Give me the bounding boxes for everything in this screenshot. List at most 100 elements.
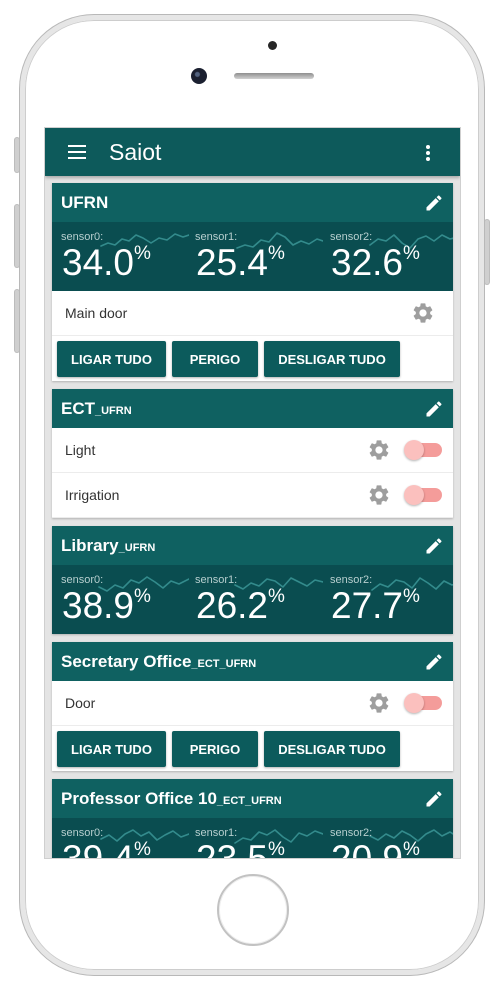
- gear-icon: [413, 303, 433, 323]
- card-header: UFRN: [52, 183, 453, 222]
- sensor-reading: sensor1: 25.4%: [195, 222, 323, 291]
- sensor-unit: %: [403, 839, 420, 858]
- card-heading: Library_UFRN: [61, 536, 155, 556]
- danger-button[interactable]: PERIGO: [172, 731, 258, 767]
- app-screen: Saiot UFRN sensor0: 34.0% sensor1: 25.4%…: [45, 128, 460, 858]
- card-title: Library: [61, 535, 119, 555]
- edit-card-button[interactable]: [424, 789, 444, 809]
- app-title: Saiot: [109, 139, 162, 165]
- sensor-number: 34.0: [62, 242, 135, 283]
- sensor-unit: %: [403, 586, 420, 607]
- sensor-reading: sensor0: 38.9%: [61, 565, 189, 634]
- sensor-number: 39.4: [62, 838, 134, 858]
- pencil-icon: [426, 791, 442, 807]
- more-vert-icon: [426, 145, 430, 161]
- edit-card-button[interactable]: [424, 652, 444, 672]
- turn-all-on-button[interactable]: LIGAR TUDO: [57, 731, 166, 767]
- sensor-value: 38.9%: [62, 587, 151, 624]
- menu-icon: [68, 145, 86, 159]
- device-switch[interactable]: [404, 440, 444, 460]
- card-subtitle: _ECT_UFRN: [216, 794, 282, 807]
- menu-button[interactable]: [64, 140, 90, 164]
- pencil-icon: [426, 401, 442, 417]
- card-title: UFRN: [61, 192, 109, 212]
- sensor-unit: %: [268, 839, 285, 858]
- sensor-value: 39.4%: [62, 840, 151, 858]
- pencil-icon: [426, 654, 442, 670]
- device-name: Irrigation: [65, 487, 120, 503]
- card-secretary-office: Secretary Office_ECT_UFRN Door LIGAR TUD…: [52, 642, 453, 771]
- card-list: UFRN sensor0: 34.0% sensor1: 25.4% senso…: [45, 176, 460, 858]
- card-title: Professor Office 10: [61, 788, 217, 808]
- sensor-value: 32.6%: [331, 244, 420, 281]
- device-switch[interactable]: [404, 693, 444, 713]
- device-settings-button[interactable]: [411, 301, 435, 325]
- device-row-door: Door: [52, 681, 453, 726]
- sensor-unit: %: [134, 243, 151, 264]
- card-professor-office-10: Professor Office 10_ECT_UFRN sensor0: 39…: [52, 779, 453, 858]
- phone-volume-up-button: [15, 205, 19, 267]
- switch-thumb: [404, 485, 424, 505]
- phone-power-button: [485, 220, 489, 284]
- sensor-unit: %: [403, 243, 420, 264]
- card-title: Secretary Office: [61, 651, 192, 671]
- phone-front-camera: [191, 68, 207, 84]
- card-header: Library_UFRN: [52, 526, 453, 565]
- gear-icon: [369, 440, 389, 460]
- sensor-value: 25.4%: [196, 244, 285, 281]
- sensor-number: 32.6: [331, 242, 404, 283]
- phone-sensor-dot: [268, 41, 277, 50]
- sensor-unit: %: [268, 243, 285, 264]
- switch-thumb: [404, 440, 424, 460]
- more-options-button[interactable]: [418, 140, 438, 164]
- device-settings-button[interactable]: [367, 691, 391, 715]
- gear-icon: [369, 485, 389, 505]
- device-settings-button[interactable]: [367, 438, 391, 462]
- card-header: Professor Office 10_ECT_UFRN: [52, 779, 453, 818]
- card-header: ECT_UFRN: [52, 389, 453, 428]
- device-switch[interactable]: [404, 485, 444, 505]
- sensor-reading: sensor2: 27.7%: [330, 565, 453, 634]
- device-row-main-door: Main door: [52, 291, 453, 336]
- turn-all-off-button[interactable]: DESLIGAR TUDO: [264, 341, 400, 377]
- sensor-reading: sensor0: 39.4%: [61, 818, 189, 858]
- sensor-number: 27.7: [331, 585, 404, 626]
- sensor-reading: sensor2: 32.6%: [330, 222, 453, 291]
- sensor-unit: %: [134, 586, 151, 607]
- app-bar: Saiot: [45, 128, 460, 176]
- device-name: Main door: [65, 305, 128, 321]
- turn-all-off-button[interactable]: DESLIGAR TUDO: [264, 731, 400, 767]
- phone-volume-down-button: [15, 290, 19, 352]
- device-name: Door: [65, 695, 96, 711]
- card-subtitle: _UFRN: [118, 541, 156, 554]
- gear-icon: [369, 693, 389, 713]
- sensor-number: 20.9: [331, 838, 403, 858]
- sensor-number: 23.5: [196, 838, 268, 858]
- switch-thumb: [404, 693, 424, 713]
- pencil-icon: [426, 195, 442, 211]
- card-ect-ufrn: ECT_UFRN Light Irrigation: [52, 389, 453, 518]
- card-heading: UFRN: [61, 193, 108, 213]
- edit-card-button[interactable]: [424, 193, 444, 213]
- card-ufrn: UFRN sensor0: 34.0% sensor1: 25.4% senso…: [52, 183, 453, 381]
- device-settings-button[interactable]: [367, 483, 391, 507]
- sensor-value: 20.9%: [331, 840, 420, 858]
- sensor-unit: %: [134, 839, 151, 858]
- sensor-unit: %: [268, 586, 285, 607]
- sensor-number: 25.4: [196, 242, 269, 283]
- device-row-irrigation: Irrigation: [52, 473, 453, 518]
- turn-all-on-button[interactable]: LIGAR TUDO: [57, 341, 166, 377]
- card-heading: ECT_UFRN: [61, 399, 132, 419]
- sensor-number: 26.2: [196, 585, 269, 626]
- sensor-panel: sensor0: 39.4% sensor1: 23.5% sensor2: 2…: [52, 818, 453, 858]
- edit-card-button[interactable]: [424, 536, 444, 556]
- danger-button[interactable]: PERIGO: [172, 341, 258, 377]
- phone-home-button: [217, 874, 289, 946]
- card-heading: Secretary Office_ECT_UFRN: [61, 652, 256, 672]
- card-header: Secretary Office_ECT_UFRN: [52, 642, 453, 681]
- edit-card-button[interactable]: [424, 399, 444, 419]
- action-buttons: LIGAR TUDO PERIGO DESLIGAR TUDO: [52, 726, 453, 771]
- card-subtitle: _UFRN: [95, 404, 132, 417]
- phone-earpiece-speaker: [234, 73, 314, 79]
- card-heading: Professor Office 10_ECT_UFRN: [61, 789, 282, 809]
